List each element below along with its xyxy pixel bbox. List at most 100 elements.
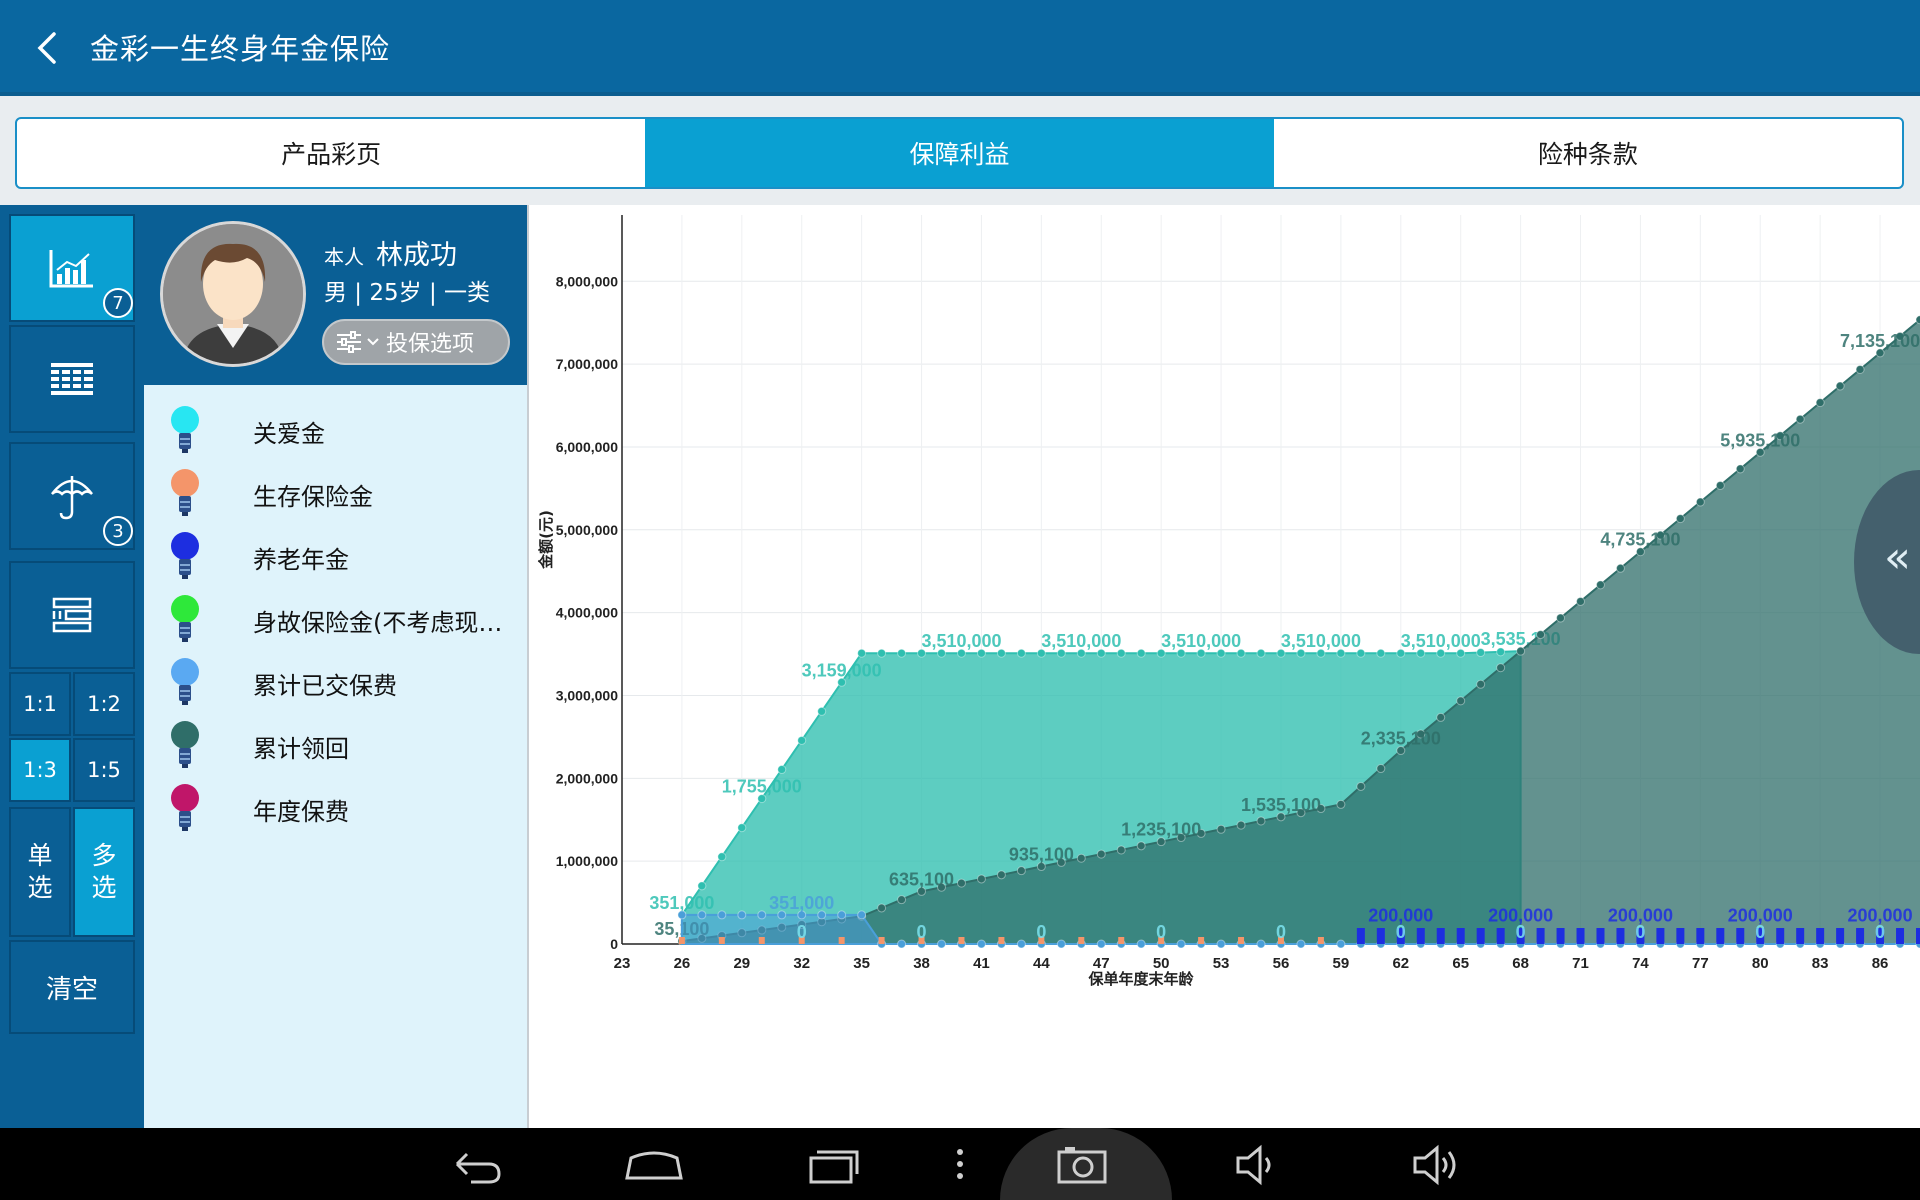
list-view-button[interactable] [9, 561, 135, 669]
lightbulb-icon [171, 784, 199, 831]
series-point [737, 823, 747, 833]
survival-benefit-mark [1118, 937, 1125, 944]
series-point [937, 939, 947, 949]
chart-view-button[interactable]: 7 [9, 214, 135, 322]
pension-annuity-bar [1576, 928, 1585, 944]
tab-policy-terms[interactable]: 险种条款 [1274, 119, 1902, 187]
y-tick-label: 0 [610, 936, 618, 952]
clear-button[interactable]: 清空 [9, 940, 135, 1034]
person-avatar-icon [163, 224, 303, 364]
relation-label: 本人 [324, 245, 364, 269]
data-label: 0 [1635, 922, 1645, 942]
x-tick-label: 23 [614, 955, 631, 972]
benefit-chart-panel: 0 1,000,000 2,000,000 3,000,000 4,000,000 5,0… [527, 205, 1920, 1128]
data-label: 351,000 [649, 893, 714, 913]
series-point [1675, 514, 1685, 524]
system-home-button[interactable] [619, 1136, 689, 1192]
camera-icon [1057, 1147, 1107, 1184]
volume-down-button[interactable] [1224, 1136, 1294, 1192]
series-point [857, 648, 867, 658]
table-view-button[interactable] [9, 325, 135, 433]
series-point [1556, 613, 1566, 623]
data-label: 4,735,100 [1600, 530, 1680, 550]
x-tick-label: 26 [674, 955, 691, 972]
series-point [857, 910, 867, 920]
system-back-button[interactable] [441, 1136, 511, 1192]
system-recents-button[interactable] [799, 1136, 869, 1192]
series-point [737, 910, 747, 920]
legend-item-annual-premium[interactable]: 年度保费 [144, 779, 527, 837]
x-tick-label: 80 [1752, 955, 1769, 972]
lightbulb-icon [171, 595, 199, 642]
series-point [877, 648, 887, 658]
x-tick-label: 35 [853, 955, 870, 972]
pension-annuity-bar [1596, 928, 1605, 944]
series-point [1595, 580, 1605, 590]
system-menu-button[interactable] [925, 1136, 995, 1192]
ratio-1-3-button[interactable]: 1:3 [9, 738, 71, 802]
data-label: 2,335,100 [1361, 729, 1441, 749]
series-point [817, 706, 827, 716]
series-point [677, 910, 687, 920]
insured-name: 林成功 [376, 240, 457, 271]
data-label: 0 [1156, 922, 1166, 942]
pension-annuity-bar [1376, 928, 1385, 944]
single-select-button[interactable]: 单选 [9, 807, 71, 937]
benefit-chart[interactable]: 0 1,000,000 2,000,000 3,000,000 4,000,000 5,0… [529, 205, 1920, 1128]
ratio-1-5-button[interactable]: 1:5 [73, 738, 135, 802]
series-point [1176, 939, 1186, 949]
insured-profile: 本人 林成功 男 | 25岁 | 一类 投保选项 [144, 205, 527, 385]
system-screenshot-button[interactable] [1047, 1136, 1117, 1192]
series-point [1256, 816, 1266, 826]
data-label: 0 [797, 922, 807, 942]
avatar [160, 221, 306, 367]
series-point [976, 874, 986, 884]
legend-item-death-benefit[interactable]: 身故保险金(不考虑现金价值) [144, 590, 527, 648]
legend-item-cumulative-received[interactable]: 累计领回 [144, 716, 527, 774]
legend-item-cumulative-premium[interactable]: 累计已交保费 [144, 653, 527, 711]
pension-annuity-bar [1436, 928, 1445, 944]
series-point [1735, 464, 1745, 474]
lightbulb-icon [171, 658, 199, 705]
series-point [897, 895, 907, 905]
data-label: 3,510,000 [1161, 631, 1241, 651]
legend-item-survival-benefit[interactable]: 生存保险金 [144, 464, 527, 522]
volume-up-button[interactable] [1403, 1136, 1473, 1192]
survival-benefit-mark [758, 937, 765, 944]
survival-benefit-mark [1238, 937, 1245, 944]
tab-benefits[interactable]: 保障利益 [645, 119, 1274, 187]
series-point [1136, 841, 1146, 851]
legend-item-care-fund[interactable]: 关爱金 [144, 401, 527, 459]
x-tick-label: 56 [1273, 955, 1290, 972]
lightbulb-icon [171, 532, 199, 579]
survival-benefit-mark [958, 937, 965, 944]
tab-product-brochure[interactable]: 产品彩页 [17, 119, 645, 187]
data-label: 935,100 [1009, 845, 1074, 865]
x-tick-label: 71 [1572, 955, 1589, 972]
data-label: 7,135,100 [1840, 331, 1920, 351]
table-grid-icon [51, 363, 93, 395]
insurance-options-button[interactable]: 投保选项 [322, 319, 510, 365]
x-tick-label: 32 [793, 955, 810, 972]
protection-view-button[interactable]: 3 [9, 442, 135, 550]
data-label: 1,235,100 [1121, 820, 1201, 840]
series-legend: 关爱金 生存保险金 养老年金 身故保险金(不考虑现金价值) 累计已交保费 累计领… [144, 385, 527, 1128]
series-point [1296, 939, 1306, 949]
pension-annuity-bar [1416, 928, 1425, 944]
ratio-1-2-button[interactable]: 1:2 [73, 672, 135, 736]
series-point [956, 878, 966, 888]
pension-annuity-bar [1696, 928, 1705, 944]
pension-annuity-bar [1536, 928, 1545, 944]
x-tick-label: 38 [913, 955, 930, 972]
ratio-1-1-button[interactable]: 1:1 [9, 672, 71, 736]
data-label: 1,535,100 [1241, 795, 1321, 815]
series-point [1815, 398, 1825, 408]
x-tick-label: 83 [1812, 955, 1829, 972]
chevron-left-icon [37, 32, 56, 64]
legend-item-pension-annuity[interactable]: 养老年金 [144, 527, 527, 585]
y-tick-label: 8,000,000 [556, 273, 618, 289]
pension-annuity-bar [1896, 928, 1905, 944]
multi-select-button[interactable]: 多选 [73, 807, 135, 937]
back-button[interactable] [26, 22, 70, 74]
data-label: 0 [1516, 922, 1526, 942]
